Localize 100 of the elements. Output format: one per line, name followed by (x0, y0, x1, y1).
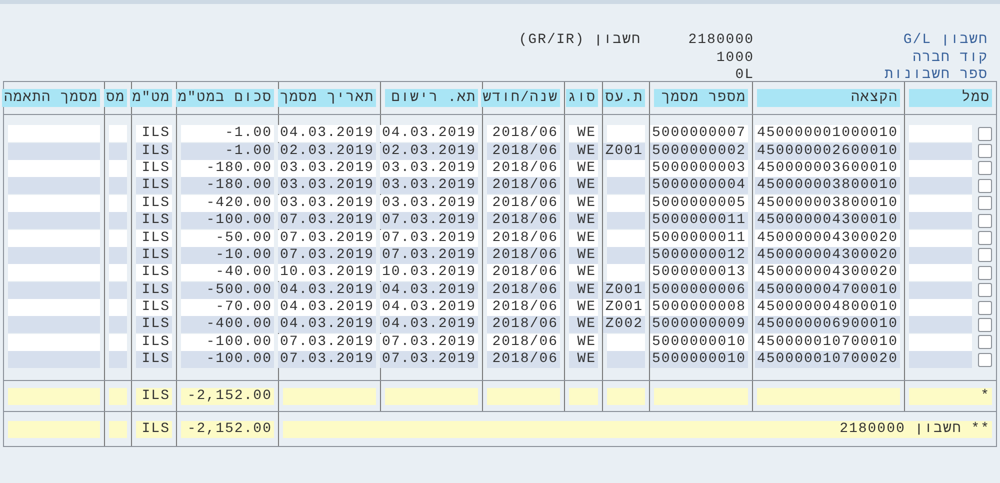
row-checkbox[interactable] (978, 196, 992, 210)
table-cell: ILS (136, 420, 172, 438)
table-cell: 450000003800010 (754, 194, 900, 212)
blank-cell (607, 334, 645, 351)
table-cell: ILS (136, 194, 172, 212)
table-cell: 03.03.2019 (278, 177, 376, 194)
table-cell: WE (569, 142, 598, 160)
blank-cell (909, 316, 972, 334)
row-checkbox[interactable] (978, 300, 992, 315)
table-cell: 450000004300020 (754, 230, 900, 247)
table-cell: 04.03.2019 (380, 316, 478, 334)
row-checkbox[interactable] (978, 161, 992, 176)
row-checkbox[interactable] (978, 231, 992, 246)
table-cell: ILS (136, 212, 172, 230)
table-cell: ILS (136, 388, 172, 405)
column-header[interactable]: הקצאה (757, 89, 900, 107)
table-cell: 07.03.2019 (278, 230, 376, 247)
row-checkbox[interactable] (978, 214, 992, 228)
blank-cell (607, 264, 645, 282)
row-checkbox[interactable] (978, 178, 992, 193)
table-cell: ILS (136, 125, 172, 142)
row-checkbox[interactable] (978, 352, 992, 367)
row-checkbox[interactable] (978, 283, 992, 298)
table-cell: 2018/06 (487, 351, 560, 368)
table-cell: -50.00 (181, 230, 274, 247)
blank-cell (109, 351, 127, 368)
column-header[interactable]: מסמך התאמה (2, 89, 100, 107)
table-cell: 450000003800010 (754, 177, 900, 194)
blank-cell (607, 160, 645, 177)
table-cell: ILS (136, 246, 172, 264)
table-cell: 450000010700020 (754, 351, 900, 368)
column-header[interactable]: סכום במט"מ (176, 89, 274, 107)
table-cell: 5000000007 (650, 125, 748, 142)
blank-cell (607, 194, 645, 212)
table-cell: 450000004800010 (754, 299, 900, 316)
row-checkbox[interactable] (978, 318, 992, 332)
table-cell: ILS (136, 264, 172, 282)
column-header[interactable]: מט"מ (130, 89, 172, 107)
column-header[interactable]: שנה/חודש (480, 89, 560, 107)
table-cell: WE (569, 299, 598, 316)
table-cell: 03.03.2019 (380, 177, 478, 194)
field-label: חשבון G/L (902, 32, 988, 50)
column-header[interactable]: מספר מסמך (654, 89, 748, 107)
table-cell: 5000000011 (650, 230, 748, 247)
blank-cell (109, 316, 127, 334)
row-checkbox[interactable] (978, 248, 992, 262)
blank-cell (607, 177, 645, 194)
row-checkbox[interactable] (978, 144, 992, 158)
table-cell: 5000000012 (650, 246, 748, 264)
table-cell: 04.03.2019 (380, 125, 478, 142)
table-cell: 03.03.2019 (278, 160, 376, 177)
field-value: 2180000 (687, 32, 754, 50)
row-checkbox[interactable] (978, 335, 992, 350)
table-cell: ILS (136, 316, 172, 334)
table-cell: 5000000002 (650, 142, 748, 160)
table-cell: 5000000004 (650, 177, 748, 194)
table-cell: 2018/06 (487, 142, 560, 160)
table-cell: 2018/06 (487, 264, 560, 282)
blank-cell (909, 334, 972, 351)
blank-cell (109, 388, 127, 405)
table-cell: 5000000005 (650, 194, 748, 212)
table-cell: 10.03.2019 (278, 264, 376, 282)
total-amount: -2,152.00 (181, 388, 274, 405)
blank-cell (909, 299, 972, 316)
table-cell: Z001 (603, 282, 645, 299)
table-cell: 2018/06 (487, 160, 560, 177)
column-header[interactable]: ת.עס (603, 89, 645, 107)
blank-cell (109, 194, 127, 212)
table-cell: 5000000009 (650, 316, 748, 334)
table-cell: 5000000008 (650, 299, 748, 316)
column-header[interactable]: סמל (909, 89, 992, 107)
column-header[interactable]: תא. רישום (385, 89, 478, 107)
table-cell: -1.00 (181, 125, 274, 142)
table-cell: -40.00 (181, 264, 274, 282)
column-header[interactable]: תאריך מסמך (278, 89, 376, 107)
row-checkbox[interactable] (978, 266, 992, 280)
table-cell: 450000004300020 (754, 264, 900, 282)
blank-cell (607, 230, 645, 247)
table-cell: 10.03.2019 (380, 264, 478, 282)
table-cell: WE (569, 230, 598, 247)
table-cell: 03.03.2019 (278, 194, 376, 212)
column-header[interactable]: מס (104, 89, 127, 107)
table-cell: 450000004700010 (754, 282, 900, 299)
blank-cell (909, 246, 972, 264)
table-cell: 07.03.2019 (278, 212, 376, 230)
table-cell: 5000000003 (650, 160, 748, 177)
table-cell: 04.03.2019 (278, 125, 376, 142)
column-header[interactable]: סוג (566, 89, 598, 107)
table-cell: 5000000011 (650, 212, 748, 230)
blank-cell (607, 351, 645, 368)
table-cell: WE (569, 351, 598, 368)
table-cell: 450000001000010 (754, 125, 900, 142)
table-cell: 02.03.2019 (380, 142, 478, 160)
table-cell: 2018/06 (487, 125, 560, 142)
table-cell: 5000000006 (650, 282, 748, 299)
blank-cell (909, 177, 972, 194)
blank-cell (109, 177, 127, 194)
row-checkbox[interactable] (978, 126, 992, 141)
table-cell: 450000003600010 (754, 160, 900, 177)
table-cell: 03.03.2019 (380, 194, 478, 212)
